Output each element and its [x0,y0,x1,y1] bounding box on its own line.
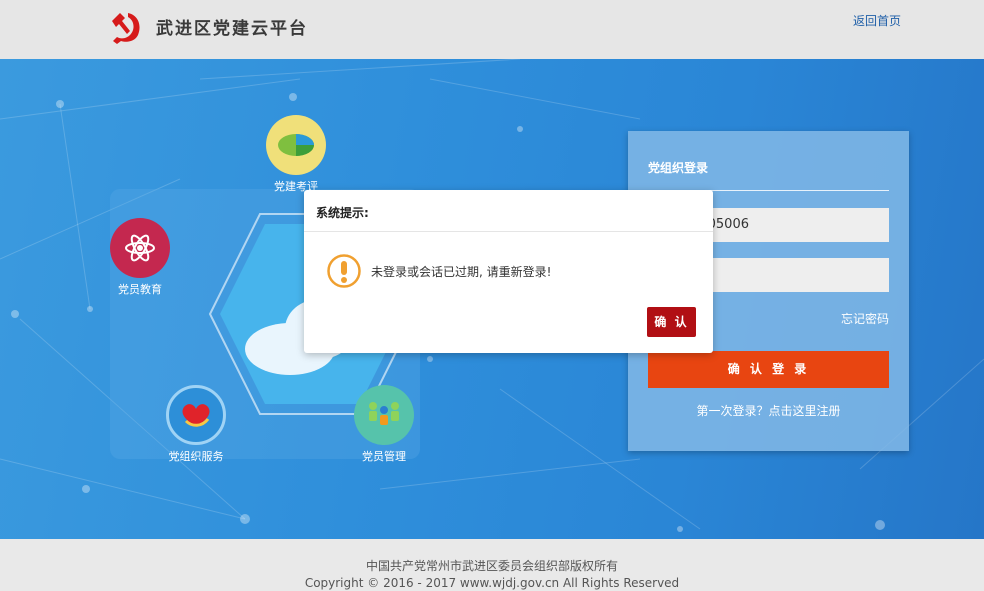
dialog-message: 未登录或会话已过期, 请重新登录! [371,265,552,279]
feature-party-evaluation[interactable]: 党建考评 [266,115,326,194]
party-emblem-icon [112,13,140,44]
copyright-line: Copyright © 2016 - 2017 www.wjdj.gov.cn … [304,576,680,590]
footer: 中国共产党常州市武进区委员会组织部版权所有 Copyright © 2016 -… [0,539,984,591]
dialog-header: 系统提示: [304,190,713,232]
header: 武进区党建云平台 返回首页 [0,0,984,59]
warning-icon [327,254,361,288]
login-title: 党组织登录 [648,161,709,175]
forgot-password-link[interactable]: 忘记密码 [841,310,889,327]
system-alert-dialog: 系统提示: 未登录或会话已过期, 请重新登录! 确 认 [304,190,713,353]
feature-member-education[interactable]: 党员教育 [110,218,170,297]
pie-chart-icon [266,115,326,175]
heart-hands-icon [166,385,226,445]
copyright-owner: 中国共产党常州市武进区委员会组织部版权所有 [365,559,618,573]
people-icon [354,385,414,445]
atom-icon [110,218,170,278]
feature-label: 党员教育 [118,283,162,296]
confirm-button[interactable]: 确 认 [647,307,696,337]
dialog-title: 系统提示: [316,206,369,220]
register-link[interactable]: 第一次登录？点击这里注册 [628,402,909,419]
feature-member-management[interactable]: 党员管理 [354,385,414,464]
feature-label: 党组织服务 [168,450,224,463]
feature-org-service[interactable]: 党组织服务 [166,385,226,464]
login-button[interactable]: 确 认 登 录 [648,351,889,388]
site-title: 武进区党建云平台 [156,19,308,39]
home-link[interactable]: 返回首页 [853,12,901,29]
feature-label: 党员管理 [362,450,406,463]
